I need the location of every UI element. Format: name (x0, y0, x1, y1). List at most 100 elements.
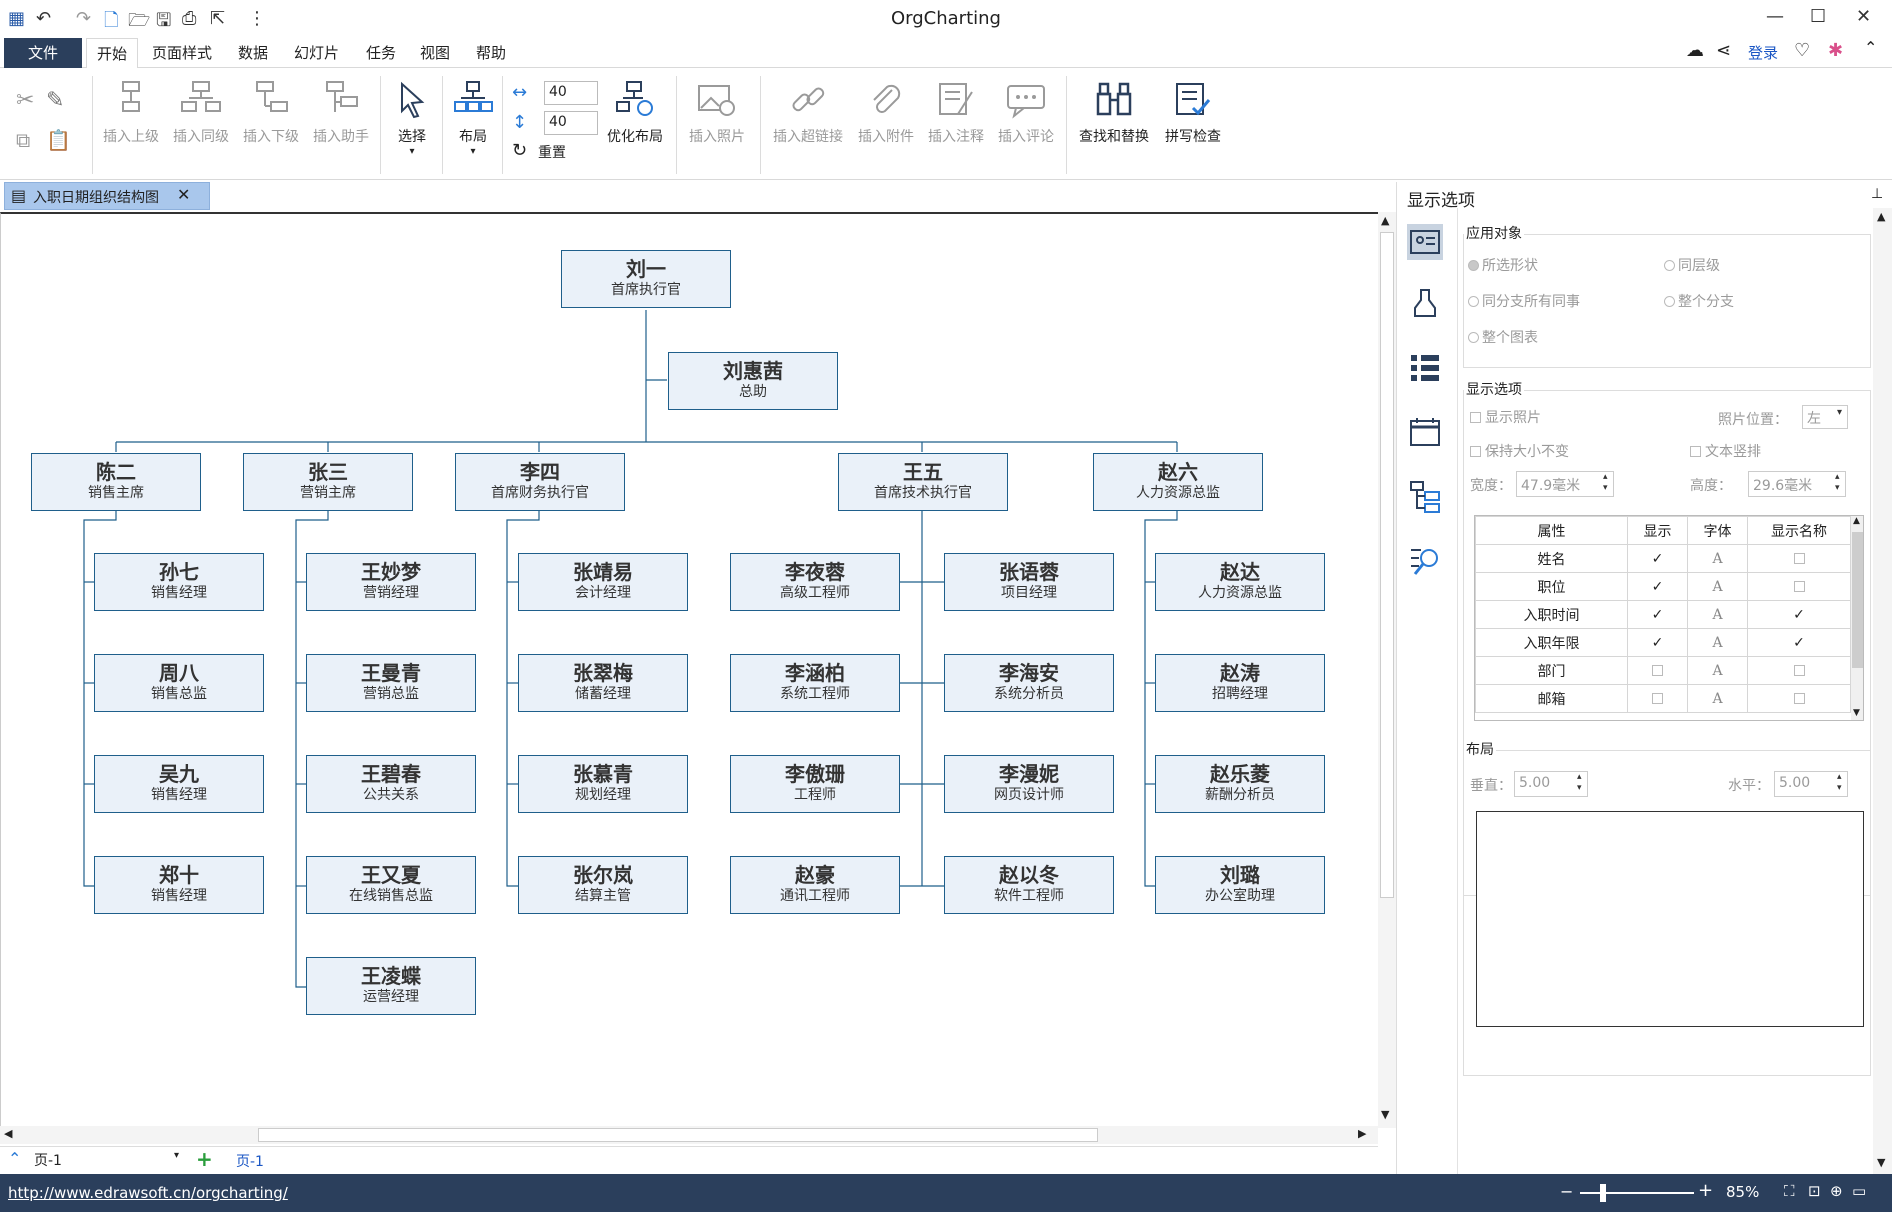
show-checkbox[interactable]: ✓ (1627, 544, 1688, 573)
radio-selected-shape[interactable]: 所选形状 (1468, 255, 1538, 275)
font-icon[interactable]: A (1687, 628, 1748, 657)
vertical-spacing-input[interactable]: 40 (544, 111, 598, 135)
select-button[interactable]: 选择 ▾ (386, 68, 438, 180)
fit-page-icon[interactable]: ⛶ (1784, 1182, 1795, 1200)
scroll-down-icon[interactable]: ▼ (1381, 1108, 1389, 1121)
menu-home[interactable]: 开始 (86, 38, 138, 69)
scroll-up-icon[interactable]: ▲ (1877, 210, 1885, 223)
scroll-up-icon[interactable]: ▲ (1853, 516, 1860, 526)
share-icon[interactable]: ⋖ (1716, 40, 1731, 61)
org-node[interactable]: 周八 销售总监 (94, 654, 264, 712)
menu-task[interactable]: 任务 (366, 42, 396, 63)
reset-icon[interactable]: ↻ (512, 140, 527, 161)
chart-canvas[interactable]: 刘一 首席执行官 刘惠茜 总助 陈二 销售主席 张三 营销主席 李四 首席财务执行官 王五… (0, 212, 1378, 1128)
font-icon[interactable]: A (1687, 544, 1748, 573)
show-name-checkbox[interactable] (1747, 656, 1851, 685)
table-scrollbar[interactable]: ▲ ▼ (1851, 516, 1863, 720)
close-tab-icon[interactable]: ✕ (177, 185, 190, 204)
org-node-head[interactable]: 张三 营销主席 (243, 453, 413, 511)
contact-card-icon[interactable] (1407, 224, 1443, 260)
zoom-slider[interactable] (1580, 1192, 1694, 1194)
insert-comment-button[interactable]: 插入评论 (992, 68, 1060, 180)
font-icon[interactable]: A (1687, 656, 1748, 685)
minimize-button[interactable]: — (1766, 6, 1784, 27)
show-name-checkbox[interactable]: ✓ (1747, 600, 1851, 629)
org-node[interactable]: 赵达 人力资源总监 (1155, 553, 1325, 611)
zoom-fit-icon[interactable]: ⊕ (1830, 1182, 1843, 1200)
horizontal-spacing-field[interactable]: 5.00 ▴ ▾ (1774, 771, 1848, 797)
reset-button[interactable]: 重置 (538, 142, 566, 162)
show-checkbox[interactable]: ✓ (1627, 628, 1688, 657)
org-node[interactable]: 李傲珊 工程师 (730, 755, 900, 813)
close-button[interactable]: ✕ (1856, 6, 1871, 27)
org-node[interactable]: 赵以冬 软件工程师 (944, 856, 1114, 914)
org-node[interactable]: 张语蓉 项目经理 (944, 553, 1114, 611)
vertical-scrollbar[interactable]: ▲ ▼ (1378, 212, 1396, 1128)
table-row[interactable]: 部门 A (1475, 656, 1851, 685)
menu-help[interactable]: 帮助 (476, 42, 506, 63)
org-node[interactable]: 张靖易 会计经理 (518, 553, 688, 611)
scroll-down-icon[interactable]: ▼ (1853, 708, 1860, 718)
cut-icon[interactable]: ✂ (16, 88, 34, 113)
insert-note-button[interactable]: 插入注释 (922, 68, 990, 180)
font-icon[interactable]: A (1687, 572, 1748, 601)
org-node[interactable]: 王又夏 在线销售总监 (306, 856, 476, 914)
photo-position-select[interactable]: 左 ▾ (1802, 405, 1848, 429)
org-node[interactable]: 赵涛 招聘经理 (1155, 654, 1325, 712)
org-node-head[interactable]: 王五 首席技术执行官 (838, 453, 1008, 511)
insert-hyperlink-button[interactable]: 插入超链接 (766, 68, 850, 180)
org-node-head[interactable]: 赵六 人力资源总监 (1093, 453, 1263, 511)
pin-icon[interactable]: ⊥ (1871, 186, 1883, 202)
horizontal-scrollbar[interactable]: ◀ ▶ (0, 1126, 1378, 1144)
table-row[interactable]: 姓名 ✓ A (1475, 544, 1851, 573)
org-node[interactable]: 张尔岚 结算主管 (518, 856, 688, 914)
scroll-right-icon[interactable]: ▶ (1358, 1127, 1366, 1140)
vertical-scroll-thumb[interactable] (1380, 232, 1394, 898)
show-name-checkbox[interactable] (1747, 572, 1851, 601)
show-checkbox[interactable] (1627, 684, 1688, 713)
org-node[interactable]: 刘璐 办公室助理 (1155, 856, 1325, 914)
org-node[interactable]: 孙七 销售经理 (94, 553, 264, 611)
insert-attachment-button[interactable]: 插入附件 (852, 68, 920, 180)
show-name-checkbox[interactable] (1747, 684, 1851, 713)
org-node[interactable]: 赵乐菱 薪酬分析员 (1155, 755, 1325, 813)
collapse-ribbon-icon[interactable]: ⌃ (1864, 38, 1877, 57)
scroll-up-icon[interactable]: ▲ (1381, 214, 1389, 227)
radio-same-branch-colleagues[interactable]: 同分支所有同事 (1468, 291, 1580, 311)
org-node-head[interactable]: 陈二 销售主席 (31, 453, 201, 511)
stepper-icon[interactable]: ▴ ▾ (1835, 472, 1840, 494)
menu-file[interactable]: 文件 (4, 38, 82, 68)
org-node[interactable]: 吴九 销售经理 (94, 755, 264, 813)
table-row[interactable]: 入职时间 ✓ A ✓ (1475, 600, 1851, 629)
website-link[interactable]: http://www.edrawsoft.cn/orgcharting/ (8, 1184, 288, 1202)
search-list-icon[interactable] (1407, 542, 1443, 578)
insert-superior-button[interactable]: 插入上级 (98, 68, 164, 180)
show-checkbox[interactable] (1627, 656, 1688, 685)
find-replace-button[interactable]: 查找和替换 (1072, 68, 1156, 180)
zoom-out-icon[interactable]: − (1560, 1182, 1573, 1201)
style-brush-icon[interactable] (1407, 286, 1443, 322)
insert-peer-button[interactable]: 插入同级 (168, 68, 234, 180)
height-input[interactable]: 29.6毫米 ▴ ▾ (1748, 471, 1846, 497)
add-page-icon[interactable]: + (196, 1147, 213, 1171)
panel-scrollbar[interactable]: ▲ ▼ (1873, 208, 1892, 1174)
vertical-text-checkbox[interactable]: 文本竖排 (1690, 441, 1761, 461)
table-row[interactable]: 邮箱 A (1475, 684, 1851, 713)
show-photo-checkbox[interactable]: 显示照片 (1470, 407, 1541, 427)
stepper-icon[interactable]: ▴ ▾ (1603, 472, 1608, 494)
horizontal-spacing-input[interactable]: 40 (544, 81, 598, 105)
login-link[interactable]: 登录 (1748, 42, 1778, 63)
insert-photo-button[interactable]: 插入照片 (682, 68, 752, 180)
full-screen-icon[interactable]: ▭ (1852, 1182, 1866, 1200)
org-node[interactable]: 赵豪 通讯工程师 (730, 856, 900, 914)
zoom-slider-thumb[interactable] (1600, 1184, 1606, 1202)
table-scroll-thumb[interactable] (1852, 532, 1863, 668)
show-checkbox[interactable]: ✓ (1627, 600, 1688, 629)
list-view-icon[interactable] (1407, 350, 1443, 386)
menu-slideshow[interactable]: 幻灯片 (294, 42, 339, 63)
org-node-assistant[interactable]: 刘惠茜 总助 (668, 352, 838, 410)
horizontal-scroll-thumb[interactable] (258, 1128, 1098, 1142)
org-node[interactable]: 李海安 系统分析员 (944, 654, 1114, 712)
fit-width-icon[interactable]: ⊡ (1808, 1182, 1821, 1200)
show-name-checkbox[interactable]: ✓ (1747, 628, 1851, 657)
